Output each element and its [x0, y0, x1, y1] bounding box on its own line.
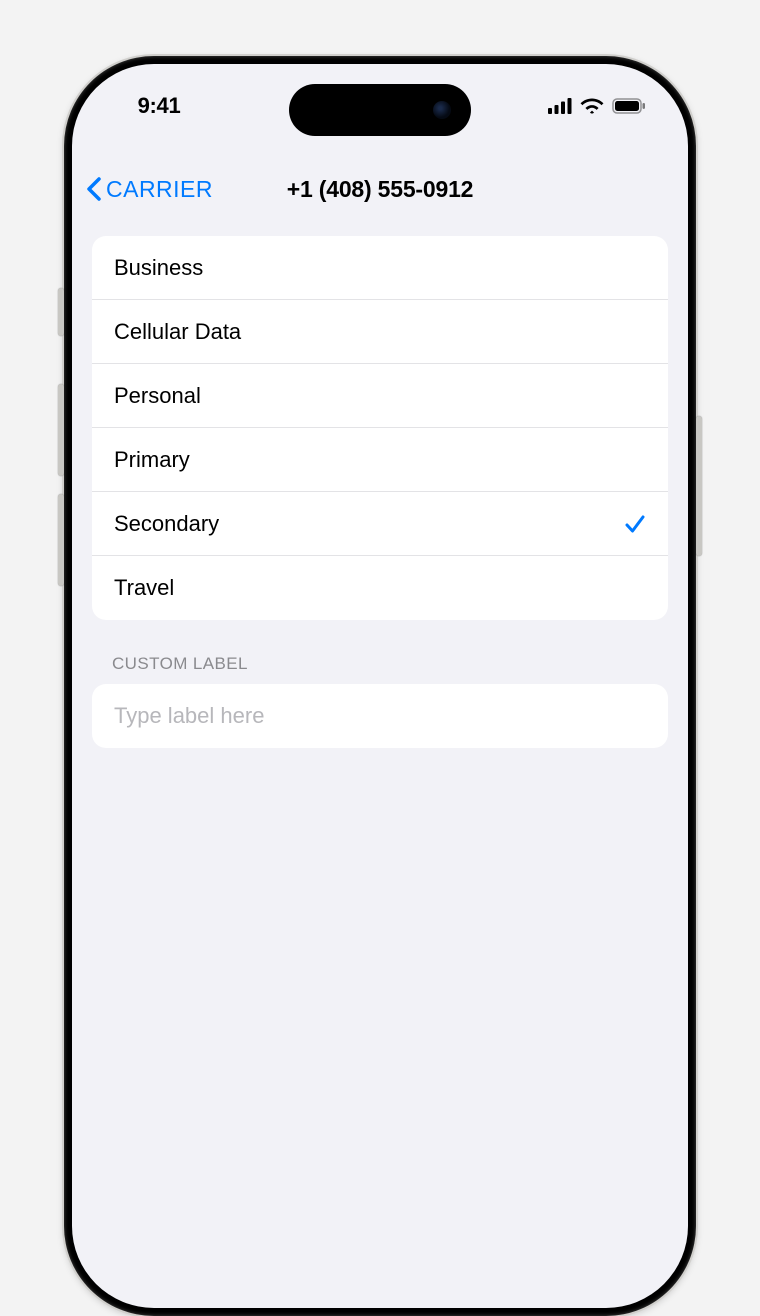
custom-label-header: CUSTOM LABEL	[112, 654, 648, 674]
custom-label-row[interactable]	[92, 684, 668, 748]
chevron-left-icon	[84, 174, 103, 204]
label-text: Secondary	[114, 511, 219, 537]
volume-up-button	[58, 384, 64, 476]
page-title: +1 (408) 555-0912	[287, 176, 474, 203]
cellular-icon	[548, 98, 572, 114]
status-time: 9:41	[114, 93, 204, 119]
label-option-secondary[interactable]: Secondary	[92, 492, 668, 556]
label-text: Business	[114, 255, 203, 281]
label-text: Primary	[114, 447, 190, 473]
wifi-icon	[580, 98, 604, 114]
back-label: CARRIER	[106, 176, 213, 203]
mute-switch	[58, 288, 64, 336]
custom-label-input[interactable]	[114, 703, 646, 729]
status-indicators	[536, 98, 646, 114]
dynamic-island	[289, 84, 471, 136]
label-option-travel[interactable]: Travel	[92, 556, 668, 620]
screen: 9:41 CARRIER	[72, 64, 688, 1308]
label-option-primary[interactable]: Primary	[92, 428, 668, 492]
label-option-business[interactable]: Business	[92, 236, 668, 300]
custom-label-group	[92, 684, 668, 748]
power-button	[696, 416, 702, 556]
back-button[interactable]: CARRIER	[84, 174, 213, 204]
battery-icon	[612, 98, 646, 114]
label-text: Personal	[114, 383, 201, 409]
device-frame: 9:41 CARRIER	[64, 56, 696, 1316]
label-list: Business Cellular Data Personal	[92, 236, 668, 620]
label-text: Travel	[114, 575, 174, 601]
nav-bar: CARRIER +1 (408) 555-0912	[72, 162, 688, 216]
checkmark-icon	[624, 513, 646, 535]
label-option-cellular-data[interactable]: Cellular Data	[92, 300, 668, 364]
label-option-personal[interactable]: Personal	[92, 364, 668, 428]
label-text: Cellular Data	[114, 319, 241, 345]
volume-down-button	[58, 494, 64, 586]
content: CARRIER +1 (408) 555-0912 Business Cellu…	[72, 162, 688, 1308]
